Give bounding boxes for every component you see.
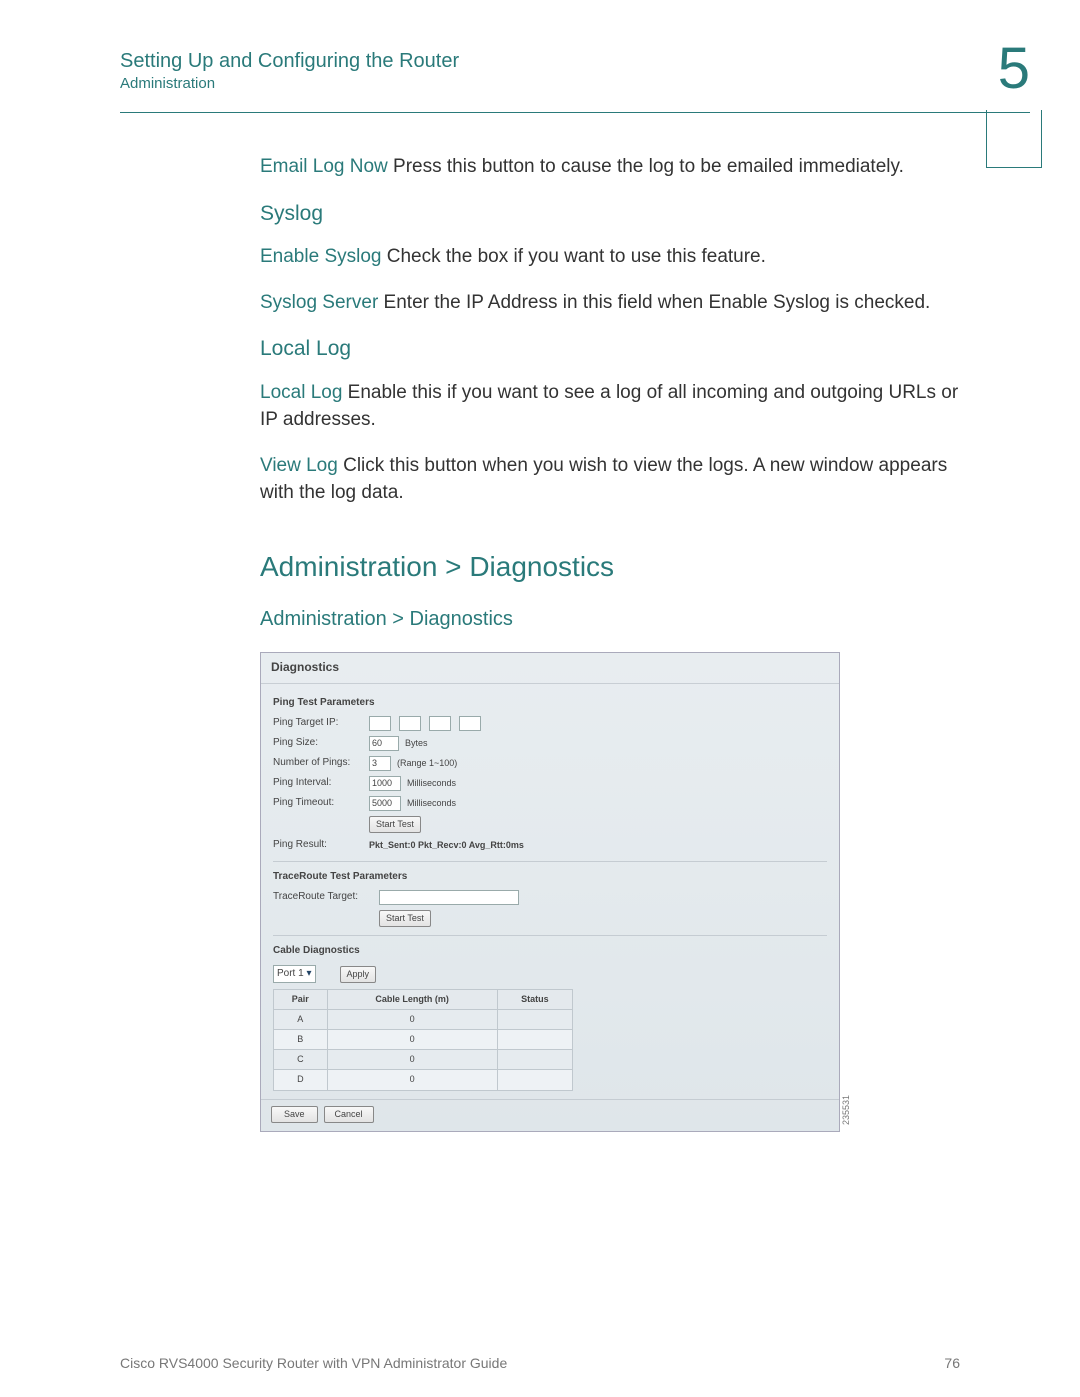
traceroute-target-input[interactable]	[379, 890, 519, 905]
ping-interval-row: Ping Interval: 1000 Milliseconds	[273, 776, 827, 791]
enable-syslog-paragraph: Enable Syslog Check the box if you want …	[260, 243, 960, 271]
cable-controls-row: Port 1 ▾ Apply	[273, 965, 827, 984]
traceroute-start-test-row: Start Test	[273, 910, 827, 927]
ping-start-test-button[interactable]: Start Test	[369, 816, 421, 833]
cable-table: Pair Cable Length (m) Status A 0 B 0	[273, 989, 573, 1090]
email-log-paragraph: Email Log Now Press this button to cause…	[260, 153, 960, 181]
cable-d-status	[497, 1070, 572, 1090]
enable-syslog-text: Check the box if you want to use this fe…	[381, 246, 765, 267]
ping-target-ip-row: Ping Target IP:	[273, 716, 827, 731]
diagnostics-screenshot: Diagnostics Ping Test Parameters Ping Ta…	[260, 652, 840, 1131]
ping-size-input[interactable]: 60	[369, 736, 399, 751]
ping-timeout-unit: Milliseconds	[407, 797, 456, 810]
divider-1	[273, 861, 827, 862]
cancel-button[interactable]: Cancel	[324, 1106, 374, 1123]
ping-interval-input[interactable]: 1000	[369, 776, 401, 791]
cable-a-status	[497, 1010, 572, 1030]
email-log-now-text: Press this button to cause the log to be…	[388, 156, 904, 177]
email-log-now-term: Email Log Now	[260, 156, 388, 177]
ping-result-value: Pkt_Sent:0 Pkt_Recv:0 Avg_Rtt:0ms	[369, 839, 524, 852]
syslog-server-text: Enter the IP Address in this field when …	[378, 292, 930, 313]
ip-octet-4-input[interactable]	[459, 716, 481, 731]
cable-apply-button[interactable]: Apply	[340, 966, 377, 983]
cable-header-length: Cable Length (m)	[327, 990, 497, 1010]
local-log-term: Local Log	[260, 382, 342, 403]
cable-c-length: 0	[327, 1050, 497, 1070]
local-log-text: Enable this if you want to see a log of …	[260, 382, 958, 431]
num-pings-input[interactable]: 3	[369, 756, 391, 771]
syslog-server-term: Syslog Server	[260, 292, 378, 313]
page-header: Setting Up and Configuring the Router Ad…	[0, 0, 1080, 98]
ping-size-label: Ping Size:	[273, 736, 363, 751]
screenshot-footer: Save Cancel	[261, 1099, 839, 1131]
admin-diagnostics-subheading: Administration > Diagnostics	[260, 605, 960, 634]
traceroute-target-row: TraceRoute Target:	[273, 890, 827, 905]
view-log-text: Click this button when you wish to view …	[260, 455, 947, 504]
admin-diagnostics-heading: Administration > Diagnostics	[260, 547, 960, 588]
cable-a-pair: A	[274, 1010, 328, 1030]
cable-port-select[interactable]: Port 1 ▾	[273, 965, 316, 984]
cable-b-pair: B	[274, 1030, 328, 1050]
content: Email Log Now Press this button to cause…	[0, 113, 1080, 1132]
ping-result-label: Ping Result:	[273, 838, 363, 853]
chapter-number-wrap: 5	[998, 40, 1030, 98]
num-pings-label: Number of Pings:	[273, 756, 363, 771]
footer-guide-title: Cisco RVS4000 Security Router with VPN A…	[120, 1355, 507, 1371]
num-pings-row: Number of Pings: 3 (Range 1~100)	[273, 756, 827, 771]
ping-start-test-row: Start Test	[273, 816, 827, 833]
cable-row-c: C 0	[274, 1050, 573, 1070]
ping-result-row: Ping Result: Pkt_Sent:0 Pkt_Recv:0 Avg_R…	[273, 838, 827, 853]
chapter-number: 5	[998, 40, 1030, 98]
save-button[interactable]: Save	[271, 1106, 318, 1123]
header-title: Setting Up and Configuring the Router	[120, 50, 998, 73]
ping-timeout-input[interactable]: 5000	[369, 796, 401, 811]
cable-header-status: Status	[497, 990, 572, 1010]
traceroute-section-label: TraceRoute Test Parameters	[273, 870, 827, 885]
view-log-term: View Log	[260, 455, 338, 476]
diagnostics-title: Diagnostics	[261, 653, 839, 683]
ip-octet-3-input[interactable]	[429, 716, 451, 731]
chapter-box-lines	[986, 110, 1042, 168]
chevron-down-icon: ▾	[306, 968, 311, 979]
cable-b-length: 0	[327, 1030, 497, 1050]
ping-interval-label: Ping Interval:	[273, 776, 363, 791]
ping-timeout-label: Ping Timeout:	[273, 796, 363, 811]
figure-number: 235531	[840, 1095, 853, 1125]
cable-d-length: 0	[327, 1070, 497, 1090]
ping-target-ip-label: Ping Target IP:	[273, 716, 363, 731]
view-log-paragraph: View Log Click this button when you wish…	[260, 452, 960, 507]
cable-c-pair: C	[274, 1050, 328, 1070]
ip-octet-2-input[interactable]	[399, 716, 421, 731]
cable-b-status	[497, 1030, 572, 1050]
cable-row-a: A 0	[274, 1010, 573, 1030]
cable-header-pair: Pair	[274, 990, 328, 1010]
ping-interval-unit: Milliseconds	[407, 777, 456, 790]
traceroute-start-test-button[interactable]: Start Test	[379, 910, 431, 927]
ping-size-row: Ping Size: 60 Bytes	[273, 736, 827, 751]
cable-row-b: B 0	[274, 1030, 573, 1050]
enable-syslog-term: Enable Syslog	[260, 246, 381, 267]
page-footer: Cisco RVS4000 Security Router with VPN A…	[120, 1355, 960, 1371]
ip-octet-1-input[interactable]	[369, 716, 391, 731]
divider-2	[273, 935, 827, 936]
local-log-heading: Local Log	[260, 334, 960, 364]
local-log-paragraph: Local Log Enable this if you want to see…	[260, 379, 960, 434]
header-subtitle: Administration	[120, 75, 998, 92]
num-pings-unit: (Range 1~100)	[397, 757, 457, 770]
cable-c-status	[497, 1050, 572, 1070]
syslog-server-paragraph: Syslog Server Enter the IP Address in th…	[260, 289, 960, 317]
ping-timeout-row: Ping Timeout: 5000 Milliseconds	[273, 796, 827, 811]
footer-page-number: 76	[944, 1355, 960, 1371]
syslog-heading: Syslog	[260, 199, 960, 229]
ping-size-unit: Bytes	[405, 737, 428, 750]
traceroute-target-label: TraceRoute Target:	[273, 890, 373, 905]
ping-test-section-label: Ping Test Parameters	[273, 696, 827, 711]
cable-a-length: 0	[327, 1010, 497, 1030]
cable-diagnostics-section-label: Cable Diagnostics	[273, 944, 827, 959]
cable-row-d: D 0	[274, 1070, 573, 1090]
cable-d-pair: D	[274, 1070, 328, 1090]
